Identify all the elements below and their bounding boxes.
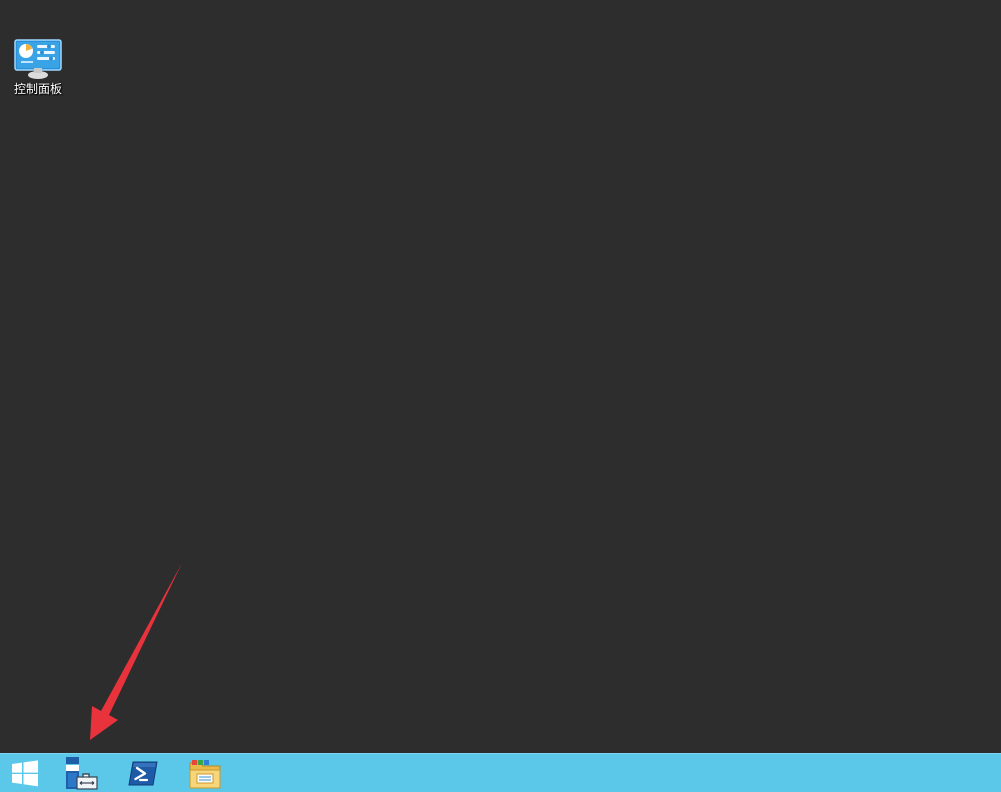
windows-start-icon xyxy=(12,760,38,787)
start-button[interactable] xyxy=(0,754,56,792)
powershell-icon xyxy=(128,761,158,786)
desktop: 控制面板 xyxy=(0,0,1001,753)
control-panel-icon xyxy=(14,39,62,79)
file-explorer-icon xyxy=(189,760,221,789)
desktop-icon-label: 控制面板 xyxy=(13,82,62,96)
server-manager-icon xyxy=(66,757,98,790)
server-manager-button[interactable] xyxy=(56,754,112,792)
file-explorer-button[interactable] xyxy=(175,754,231,792)
powershell-button[interactable] xyxy=(115,754,171,792)
desktop-icon-control-panel[interactable]: 控制面板 xyxy=(7,36,69,100)
taskbar xyxy=(0,753,1001,792)
